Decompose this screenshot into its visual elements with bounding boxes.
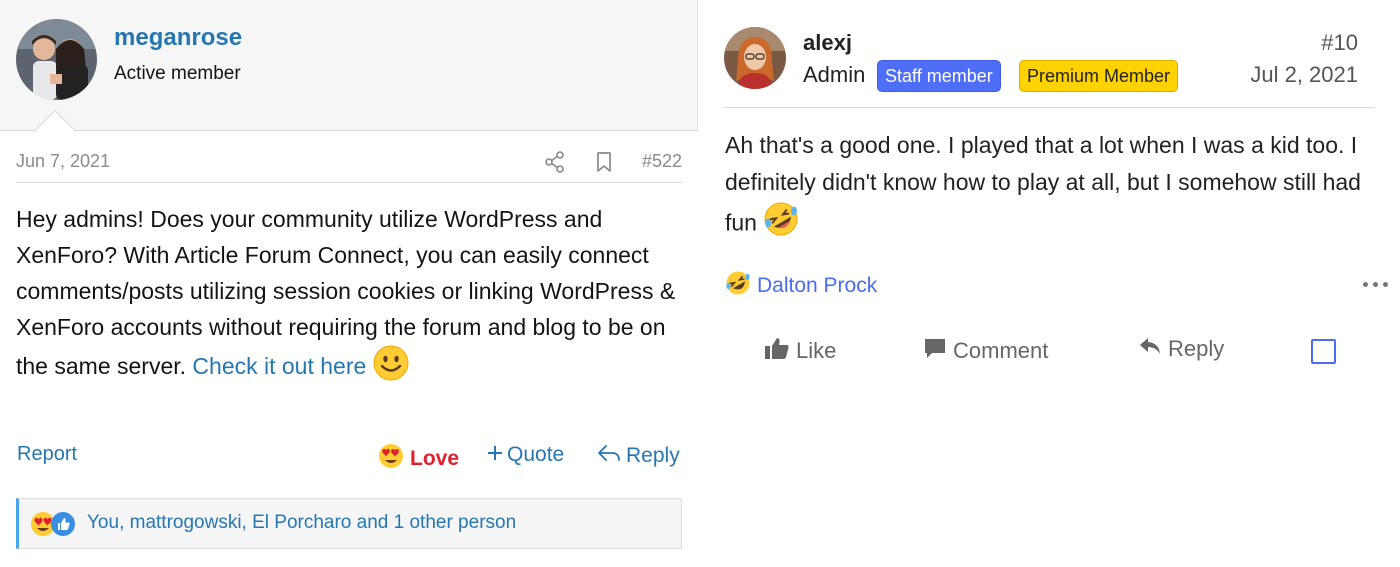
like-button[interactable]: Like — [764, 336, 836, 366]
quote-label: Quote — [507, 443, 565, 466]
reaction-summary[interactable]: Dalton Prock — [725, 270, 877, 302]
reaction-icons — [30, 511, 76, 537]
post-actions: Report Love Quote Reply — [16, 443, 682, 475]
comment-icon — [923, 336, 947, 366]
reply-label: Reply — [1168, 336, 1225, 361]
post-number[interactable]: #522 — [642, 151, 682, 172]
post-date[interactable]: Jun 7, 2021 — [16, 151, 110, 172]
reply-label: Reply — [626, 444, 680, 467]
user-title: Active member — [114, 63, 241, 84]
rofl-emoji — [725, 270, 751, 302]
rofl-emoji — [763, 201, 799, 248]
bookmark-icon[interactable] — [594, 151, 614, 173]
smile-emoji — [373, 345, 409, 391]
left-post: meganrose Active member Jun 7, 2021 #522… — [0, 0, 700, 567]
post-date[interactable]: Jul 2, 2021 — [1250, 62, 1358, 88]
username[interactable]: meganrose — [114, 24, 242, 52]
header-divider — [724, 107, 1375, 108]
post-link[interactable]: Check it out here — [192, 353, 366, 379]
quote-button[interactable]: Quote — [487, 443, 564, 467]
avatar[interactable] — [16, 19, 97, 100]
staff-member-badge: Staff member — [877, 60, 1001, 92]
avatar[interactable] — [724, 27, 786, 89]
post-meta: Jun 7, 2021 #522 — [16, 151, 682, 183]
header-pointer — [33, 109, 77, 153]
more-dots-icon[interactable] — [1363, 282, 1388, 287]
username[interactable]: alexj — [803, 30, 852, 56]
like-label: Like — [796, 338, 837, 363]
post-body-text: Ah that's a good one. I played that a lo… — [725, 132, 1361, 236]
user-role: Admin — [803, 62, 866, 87]
thumbs-up-icon — [51, 512, 75, 536]
user-header: meganrose Active member — [0, 0, 698, 153]
right-post: alexj Admin Staff member Premium Member … — [700, 0, 1400, 567]
post-actions: Like Comment Reply — [700, 336, 1400, 372]
premium-member-badge: Premium Member — [1019, 60, 1179, 92]
post-number[interactable]: #10 — [1321, 30, 1358, 56]
plus-icon — [487, 443, 503, 467]
reactions-summary[interactable]: You, mattrogowski, El Porcharo and 1 oth… — [87, 512, 516, 534]
comment-button[interactable]: Comment — [923, 336, 1048, 366]
share-icon[interactable] — [544, 151, 566, 173]
post-body: Hey admins! Does your community utilize … — [16, 201, 686, 391]
love-label: Love — [410, 447, 460, 470]
reply-icon — [1138, 336, 1162, 362]
reply-arrow-icon — [597, 443, 621, 469]
comment-label: Comment — [953, 338, 1049, 363]
thumbs-up-icon — [764, 336, 790, 366]
report-link[interactable]: Report — [17, 443, 77, 466]
love-reaction-button[interactable]: Love — [378, 443, 459, 475]
reply-button[interactable]: Reply — [1138, 336, 1224, 362]
post-body: Ah that's a good one. I played that a lo… — [725, 127, 1385, 248]
reply-button[interactable]: Reply — [597, 443, 680, 469]
reactor-name: Dalton Prock — [757, 274, 878, 297]
checkbox-icon[interactable] — [1311, 339, 1336, 364]
heart-eyes-emoji — [378, 443, 404, 475]
reactions-bar[interactable]: You, mattrogowski, El Porcharo and 1 oth… — [16, 498, 682, 549]
